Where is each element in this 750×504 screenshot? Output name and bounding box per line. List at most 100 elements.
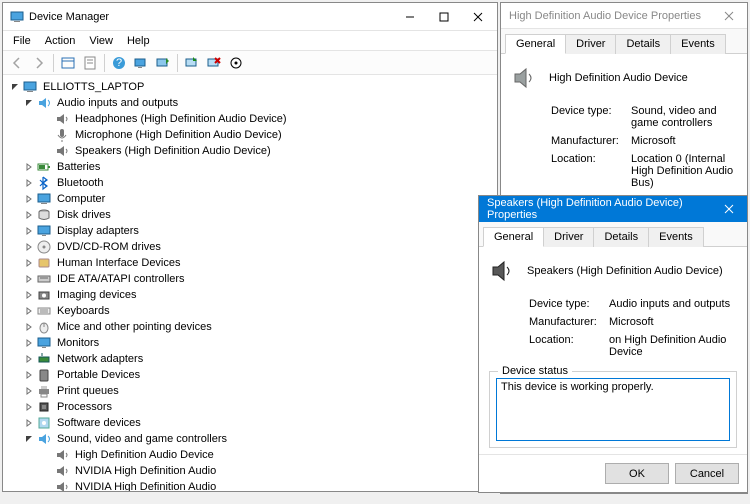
tree-label: Mice and other pointing devices: [55, 321, 214, 333]
minimize-button[interactable]: [393, 3, 427, 31]
uninstall-button[interactable]: [204, 53, 224, 73]
ok-button[interactable]: OK: [605, 463, 669, 484]
device-tree[interactable]: ELLIOTTS_LAPTOPAudio inputs and outputsH…: [3, 75, 497, 491]
enable-button[interactable]: [182, 53, 202, 73]
update-driver-button[interactable]: [153, 53, 173, 73]
device-status-text[interactable]: [496, 378, 730, 441]
expand-icon[interactable]: [23, 353, 35, 365]
help-button[interactable]: ?: [109, 53, 129, 73]
expand-icon[interactable]: [23, 417, 35, 429]
close-button[interactable]: [711, 196, 747, 222]
expand-icon[interactable]: [23, 305, 35, 317]
tree-device[interactable]: Headphones (High Definition Audio Device…: [5, 111, 495, 127]
expand-icon[interactable]: [9, 81, 21, 93]
scan-button[interactable]: [131, 53, 151, 73]
bt-icon: [36, 175, 52, 191]
pc-icon: [36, 191, 52, 207]
expand-icon[interactable]: [23, 97, 35, 109]
expand-icon[interactable]: [23, 209, 35, 221]
titlebar[interactable]: High Definition Audio Device Properties: [501, 3, 747, 29]
tab-driver[interactable]: Driver: [543, 227, 594, 247]
tab-details[interactable]: Details: [615, 34, 671, 54]
tree-label: Microphone (High Definition Audio Device…: [73, 129, 284, 141]
speaker-icon: [489, 257, 517, 285]
menu-view[interactable]: View: [83, 33, 119, 49]
tab-events[interactable]: Events: [670, 34, 726, 54]
tree-category[interactable]: Processors: [5, 399, 495, 415]
tab-general[interactable]: General: [505, 34, 566, 54]
computer-icon: [22, 79, 38, 95]
tab-general[interactable]: General: [483, 227, 544, 247]
close-button[interactable]: [461, 3, 495, 31]
tree-category[interactable]: Keyboards: [5, 303, 495, 319]
expand-icon[interactable]: [23, 385, 35, 397]
tree-label: Network adapters: [55, 353, 145, 365]
tree-category[interactable]: Monitors: [5, 335, 495, 351]
button-row: OK Cancel: [479, 454, 747, 492]
expand-icon[interactable]: [23, 225, 35, 237]
tree-category[interactable]: Mice and other pointing devices: [5, 319, 495, 335]
tree-category[interactable]: IDE ATA/ATAPI controllers: [5, 271, 495, 287]
show-hidden-button[interactable]: [58, 53, 78, 73]
close-button[interactable]: [711, 3, 747, 29]
properties-button[interactable]: [80, 53, 100, 73]
tree-category[interactable]: Sound, video and game controllers: [5, 431, 495, 447]
tree-device[interactable]: NVIDIA High Definition Audio: [5, 479, 495, 491]
tree-device[interactable]: Microphone (High Definition Audio Device…: [5, 127, 495, 143]
tree-device[interactable]: Speakers (High Definition Audio Device): [5, 143, 495, 159]
expand-icon[interactable]: [23, 257, 35, 269]
expand-icon[interactable]: [23, 289, 35, 301]
tree-category[interactable]: Computer: [5, 191, 495, 207]
tree-category[interactable]: Batteries: [5, 159, 495, 175]
tree-category[interactable]: Print queues: [5, 383, 495, 399]
loc-label: Location:: [551, 153, 631, 189]
menu-file[interactable]: File: [7, 33, 37, 49]
expand-icon[interactable]: [23, 273, 35, 285]
tree-device[interactable]: NVIDIA High Definition Audio: [5, 463, 495, 479]
tree-category[interactable]: Display adapters: [5, 223, 495, 239]
device-name: High Definition Audio Device: [549, 72, 688, 84]
tree-root[interactable]: ELLIOTTS_LAPTOP: [5, 79, 495, 95]
tree-category[interactable]: Audio inputs and outputs: [5, 95, 495, 111]
tree-label: Imaging devices: [55, 289, 139, 301]
tree-category[interactable]: Disk drives: [5, 207, 495, 223]
tree-category[interactable]: Human Interface Devices: [5, 255, 495, 271]
expand-icon[interactable]: [23, 433, 35, 445]
speaker-icon: [54, 479, 70, 491]
speaker-icon: [54, 111, 70, 127]
expand-icon[interactable]: [23, 193, 35, 205]
menu-help[interactable]: Help: [121, 33, 156, 49]
tree-category[interactable]: DVD/CD-ROM drives: [5, 239, 495, 255]
device-name: Speakers (High Definition Audio Device): [527, 265, 723, 277]
tree-device[interactable]: High Definition Audio Device: [5, 447, 495, 463]
tree-category[interactable]: Imaging devices: [5, 287, 495, 303]
expand-icon[interactable]: [23, 241, 35, 253]
expand-icon[interactable]: [23, 161, 35, 173]
tab-driver[interactable]: Driver: [565, 34, 616, 54]
tree-category[interactable]: Network adapters: [5, 351, 495, 367]
tree-label: Sound, video and game controllers: [55, 433, 229, 445]
tree-label: Speakers (High Definition Audio Device): [73, 145, 273, 157]
titlebar[interactable]: Device Manager: [3, 3, 497, 31]
expand-icon[interactable]: [23, 337, 35, 349]
cancel-button[interactable]: Cancel: [675, 463, 739, 484]
mfr-value: Microsoft: [631, 135, 737, 147]
expand-icon[interactable]: [23, 177, 35, 189]
expand-icon[interactable]: [23, 401, 35, 413]
expand-icon[interactable]: [23, 321, 35, 333]
menu-action[interactable]: Action: [39, 33, 82, 49]
maximize-button[interactable]: [427, 3, 461, 31]
cam-icon: [36, 287, 52, 303]
tree-category[interactable]: Portable Devices: [5, 367, 495, 383]
tree-label: IDE ATA/ATAPI controllers: [55, 273, 187, 285]
tree-category[interactable]: Bluetooth: [5, 175, 495, 191]
tab-details[interactable]: Details: [593, 227, 649, 247]
tree-label: NVIDIA High Definition Audio: [73, 465, 218, 477]
scan-hardware-button[interactable]: [226, 53, 246, 73]
titlebar[interactable]: Speakers (High Definition Audio Device) …: [479, 196, 747, 222]
tree-label: Disk drives: [55, 209, 113, 221]
tree-category[interactable]: Software devices: [5, 415, 495, 431]
expand-icon[interactable]: [23, 369, 35, 381]
tab-events[interactable]: Events: [648, 227, 704, 247]
sound-icon: [36, 431, 52, 447]
